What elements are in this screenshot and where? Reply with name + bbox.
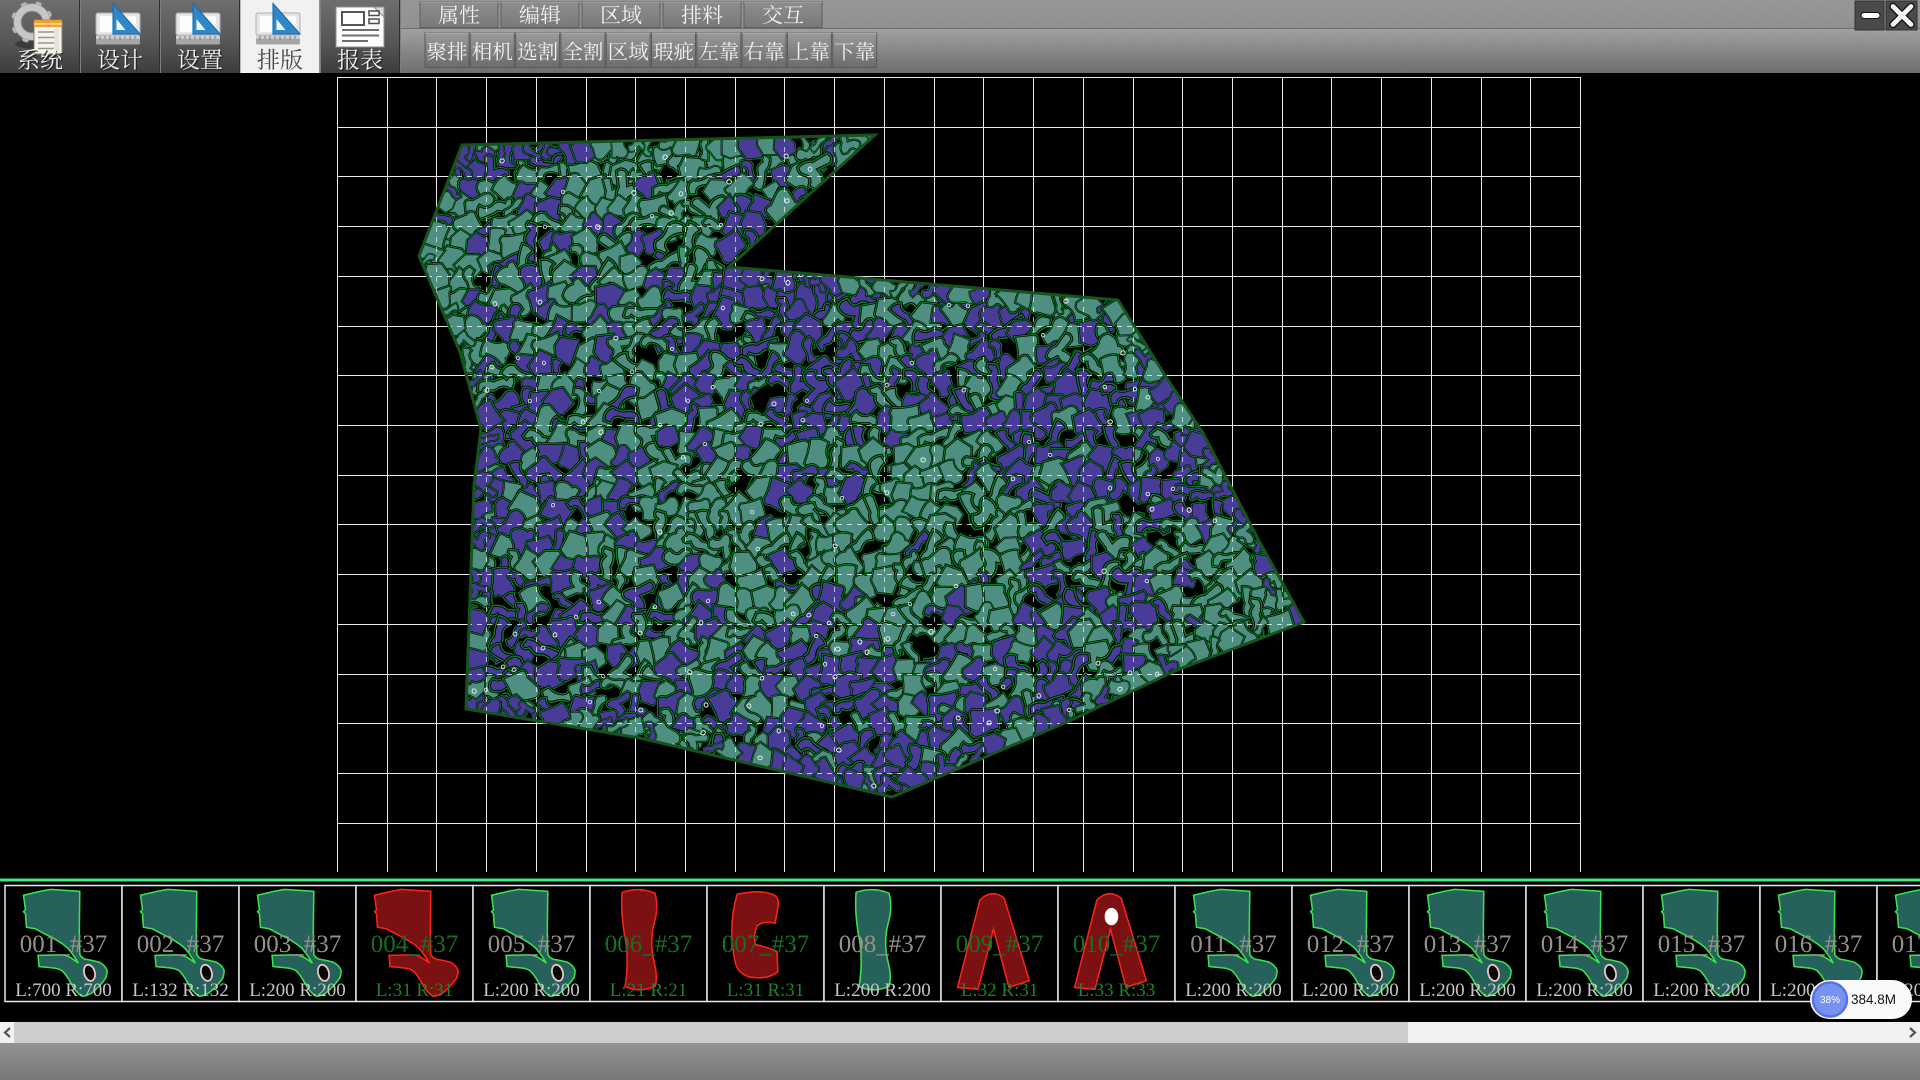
svg-text:L:700 R:700: L:700 R:700 (15, 980, 112, 1001)
svg-text:010_#37: 010_#37 (1073, 931, 1161, 958)
svg-text:L:32 R:31: L:32 R:31 (961, 980, 1039, 1001)
svg-text:L:200 R:200: L:200 R:200 (1185, 980, 1282, 1001)
svg-text:006_#37: 006_#37 (605, 931, 693, 958)
svg-text:L:200 R:200: L:200 R:200 (1302, 980, 1399, 1001)
svg-text:L:31 R:31: L:31 R:31 (727, 980, 805, 1001)
svg-text:017_#37: 017_#37 (1892, 931, 1920, 958)
svg-text:L:200 R:200: L:200 R:200 (1419, 980, 1516, 1001)
svg-text:L:31 R:31: L:31 R:31 (376, 980, 454, 1001)
svg-text:001_#37: 001_#37 (20, 931, 108, 958)
svg-text:384.8M: 384.8M (1851, 992, 1896, 1007)
svg-text:L:132 R:132: L:132 R:132 (132, 980, 229, 1001)
svg-text:007_#37: 007_#37 (722, 931, 810, 958)
svg-text:002_#37: 002_#37 (137, 931, 225, 958)
svg-text:L:200 R:200: L:200 R:200 (834, 980, 931, 1001)
svg-text:38%: 38% (1820, 995, 1840, 1006)
svg-text:L:200 R:200: L:200 R:200 (1536, 980, 1633, 1001)
svg-text:004_#37: 004_#37 (371, 931, 459, 958)
svg-text:012_#37: 012_#37 (1307, 931, 1395, 958)
svg-text:014_#37: 014_#37 (1541, 931, 1629, 958)
svg-text:L:21 R:21: L:21 R:21 (610, 980, 688, 1001)
svg-text:L:200 R:200: L:200 R:200 (249, 980, 346, 1001)
svg-text:009_#37: 009_#37 (956, 931, 1044, 958)
svg-text:013_#37: 013_#37 (1424, 931, 1512, 958)
svg-text:L:33 R:33: L:33 R:33 (1078, 980, 1156, 1001)
svg-text:005_#37: 005_#37 (488, 931, 576, 958)
svg-text:L:200 R:200: L:200 R:200 (483, 980, 580, 1001)
svg-text:011_#37: 011_#37 (1190, 931, 1277, 958)
svg-text:016_#37: 016_#37 (1775, 931, 1863, 958)
svg-text:008_#37: 008_#37 (839, 931, 927, 958)
svg-text:015_#37: 015_#37 (1658, 931, 1746, 958)
svg-text:L:200 R:200: L:200 R:200 (1653, 980, 1750, 1001)
svg-text:003_#37: 003_#37 (254, 931, 342, 958)
